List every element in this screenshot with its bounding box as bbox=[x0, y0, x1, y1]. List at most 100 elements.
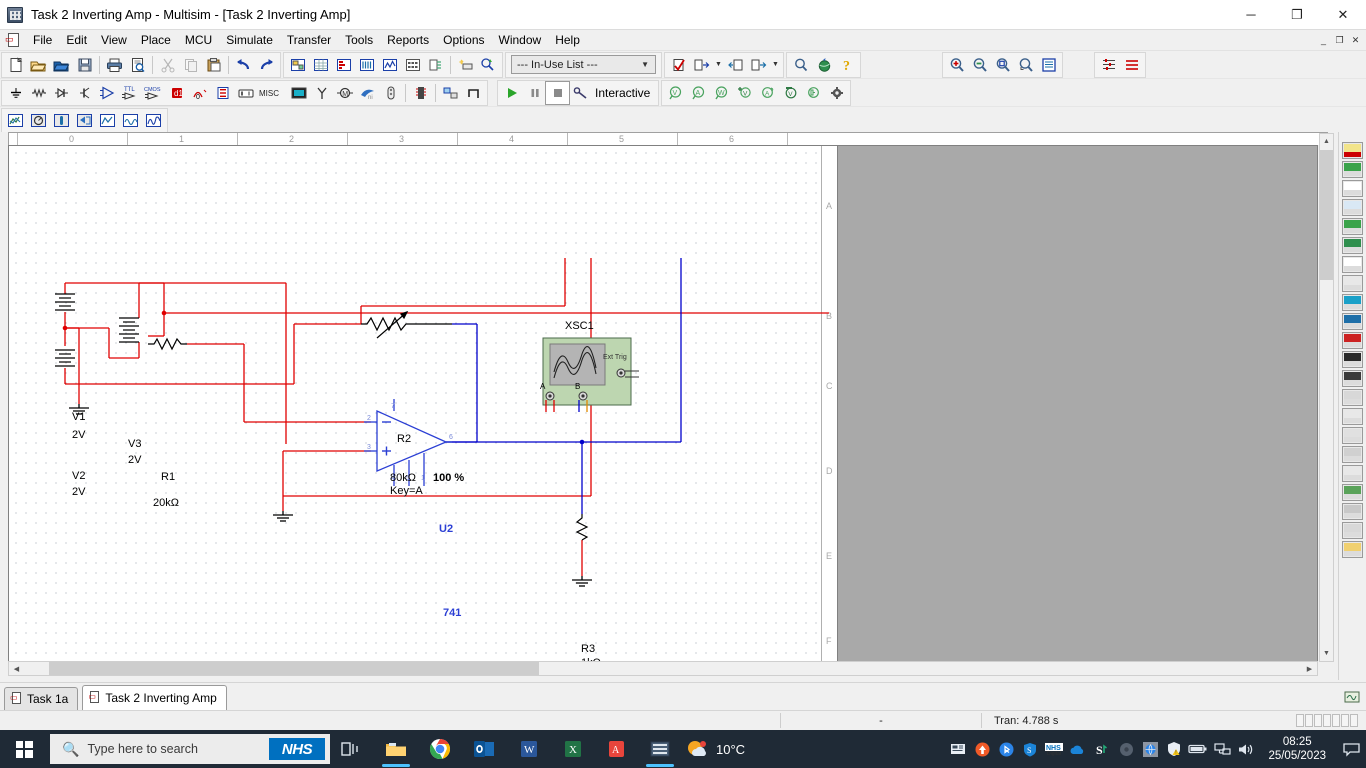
nhs-digital-tray-icon[interactable]: NHS Digital bbox=[1042, 730, 1066, 768]
database-manager-button[interactable] bbox=[332, 54, 355, 76]
bode-plotter-instrument-button[interactable] bbox=[1342, 237, 1363, 254]
news-tray-icon[interactable] bbox=[946, 730, 970, 768]
save-file-button[interactable] bbox=[73, 54, 96, 76]
ac-sweep-button[interactable] bbox=[119, 110, 142, 132]
current-probe-button[interactable]: A bbox=[687, 82, 710, 104]
postprocessor-view-button[interactable] bbox=[27, 110, 50, 132]
logic-converter-instrument-button[interactable] bbox=[1342, 294, 1363, 311]
spectrum-analyzer-instrument-button[interactable] bbox=[1342, 370, 1363, 387]
reverse-probe-button[interactable] bbox=[73, 110, 96, 132]
help-button[interactable]: ? bbox=[835, 54, 858, 76]
copy-button[interactable] bbox=[179, 54, 202, 76]
network-tray-icon[interactable] bbox=[1210, 730, 1234, 768]
frequency-counter-instrument-button[interactable] bbox=[1342, 256, 1363, 273]
simulation-settings-icon[interactable] bbox=[569, 82, 592, 104]
place-indicator-button[interactable] bbox=[211, 82, 234, 104]
paste-button[interactable] bbox=[202, 54, 225, 76]
mdi-restore-button[interactable]: ❐ bbox=[1332, 33, 1347, 47]
place-ni-components-button[interactable]: ni bbox=[356, 82, 379, 104]
citrix-tray-icon[interactable]: S bbox=[1090, 730, 1114, 768]
cut-button[interactable] bbox=[156, 54, 179, 76]
pause-simulation-button[interactable] bbox=[523, 82, 546, 104]
zoom-in-button[interactable] bbox=[945, 54, 968, 76]
tab-bar-extra-icon[interactable] bbox=[1344, 690, 1360, 707]
tab-task-2-inverting-amp[interactable]: ▭ Task 2 Inverting Amp bbox=[82, 685, 227, 710]
print-button[interactable] bbox=[103, 54, 126, 76]
word-generator-instrument-button[interactable] bbox=[1342, 275, 1363, 292]
back-annotate-button[interactable] bbox=[690, 54, 713, 76]
place-misc-digital-button[interactable]: d1 bbox=[165, 82, 188, 104]
design-toolbox-button[interactable] bbox=[286, 54, 309, 76]
differential-voltage-probe-button[interactable]: V bbox=[733, 82, 756, 104]
measurement-probe-button[interactable] bbox=[1342, 541, 1363, 558]
network-analyzer-instrument-button[interactable] bbox=[1342, 389, 1363, 406]
place-basic-button[interactable] bbox=[27, 82, 50, 104]
excel-icon[interactable]: X bbox=[550, 730, 594, 768]
find-button[interactable] bbox=[789, 54, 812, 76]
tektronix-oscilloscope-button[interactable] bbox=[1342, 465, 1363, 482]
spreadsheet-view-button[interactable] bbox=[309, 54, 332, 76]
new-file-button[interactable] bbox=[4, 54, 27, 76]
voltage-probe-button[interactable]: V bbox=[664, 82, 687, 104]
transfer-to-pcb-button[interactable] bbox=[747, 54, 770, 76]
file-explorer-icon[interactable] bbox=[374, 730, 418, 768]
place-mcu-button[interactable] bbox=[409, 82, 432, 104]
menu-edit[interactable]: Edit bbox=[59, 31, 94, 49]
place-power-button[interactable] bbox=[234, 82, 257, 104]
erc-check-button[interactable] bbox=[667, 54, 690, 76]
electrical-rules-check-button[interactable] bbox=[477, 54, 500, 76]
probe-properties-button[interactable] bbox=[50, 110, 73, 132]
close-button[interactable]: ✕ bbox=[1320, 0, 1366, 30]
multimeter-instrument-button[interactable] bbox=[1342, 142, 1363, 159]
menu-transfer[interactable]: Transfer bbox=[280, 31, 338, 49]
function-generator-instrument-button[interactable] bbox=[1342, 161, 1363, 178]
menu-window[interactable]: Window bbox=[492, 31, 549, 49]
scroll-down-arrow[interactable]: ▼ bbox=[1320, 646, 1333, 661]
menu-tools[interactable]: Tools bbox=[338, 31, 380, 49]
menu-reports[interactable]: Reports bbox=[380, 31, 436, 49]
maximize-button[interactable]: ❐ bbox=[1274, 0, 1320, 30]
place-cmos-button[interactable]: CMOS bbox=[142, 82, 165, 104]
run-simulation-button[interactable] bbox=[500, 82, 523, 104]
scroll-up-arrow[interactable]: ▲ bbox=[1320, 134, 1333, 149]
schematic-canvas[interactable]: A B C D E F 7 2 3 6 4 5 1 V1 2V V2 2V V3… bbox=[8, 145, 838, 665]
open-design-button[interactable] bbox=[50, 54, 73, 76]
place-hierarchical-block-button[interactable] bbox=[439, 82, 462, 104]
graphs-analyses-button[interactable] bbox=[378, 54, 401, 76]
place-bus-button[interactable] bbox=[462, 82, 485, 104]
place-connectors-button[interactable] bbox=[379, 82, 402, 104]
back-annotate-dropdown-icon[interactable]: ▼ bbox=[713, 54, 724, 76]
toggle-grid-button[interactable] bbox=[1097, 54, 1120, 76]
menu-mcu[interactable]: MCU bbox=[178, 31, 219, 49]
word-icon[interactable]: W bbox=[506, 730, 550, 768]
onedrive-tray-icon[interactable] bbox=[1066, 730, 1090, 768]
minimize-button[interactable]: ─ bbox=[1228, 0, 1274, 30]
place-misc-button[interactable]: MISC bbox=[257, 82, 287, 104]
current-probe-instrument-button[interactable] bbox=[1342, 522, 1363, 539]
wattmeter-instrument-button[interactable] bbox=[1342, 180, 1363, 197]
print-preview-button[interactable] bbox=[126, 54, 149, 76]
power-probe-button[interactable]: W bbox=[710, 82, 733, 104]
parts-bin-button[interactable] bbox=[424, 54, 447, 76]
zoom-out-button[interactable] bbox=[968, 54, 991, 76]
place-mixed-button[interactable]: 0 bbox=[188, 82, 211, 104]
place-ttl-button[interactable]: TTL bbox=[119, 82, 142, 104]
globe-icon[interactable] bbox=[812, 54, 835, 76]
outlook-icon[interactable] bbox=[462, 730, 506, 768]
zoom-sheet-button[interactable] bbox=[1037, 54, 1060, 76]
menu-file[interactable]: File bbox=[26, 31, 59, 49]
place-analog-button[interactable] bbox=[96, 82, 119, 104]
sophos-tray-icon[interactable]: S bbox=[1018, 730, 1042, 768]
adobe-reader-icon[interactable]: A bbox=[594, 730, 638, 768]
disabled-tray-icon[interactable] bbox=[1114, 730, 1138, 768]
place-source-button[interactable] bbox=[4, 82, 27, 104]
toggle-ruler-button[interactable] bbox=[1120, 54, 1143, 76]
taskbar-search-box[interactable]: 🔍 Type here to search NHS bbox=[50, 734, 330, 764]
forward-annotate-button[interactable] bbox=[724, 54, 747, 76]
bluetooth-tray-icon[interactable] bbox=[994, 730, 1018, 768]
distortion-analyzer-instrument-button[interactable] bbox=[1342, 351, 1363, 368]
reference-voltage-probe-button[interactable]: V bbox=[779, 82, 802, 104]
menu-place[interactable]: Place bbox=[134, 31, 178, 49]
taskbar-clock[interactable]: 08:25 25/05/2023 bbox=[1258, 735, 1336, 763]
horizontal-scroll-thumb[interactable] bbox=[49, 662, 539, 675]
